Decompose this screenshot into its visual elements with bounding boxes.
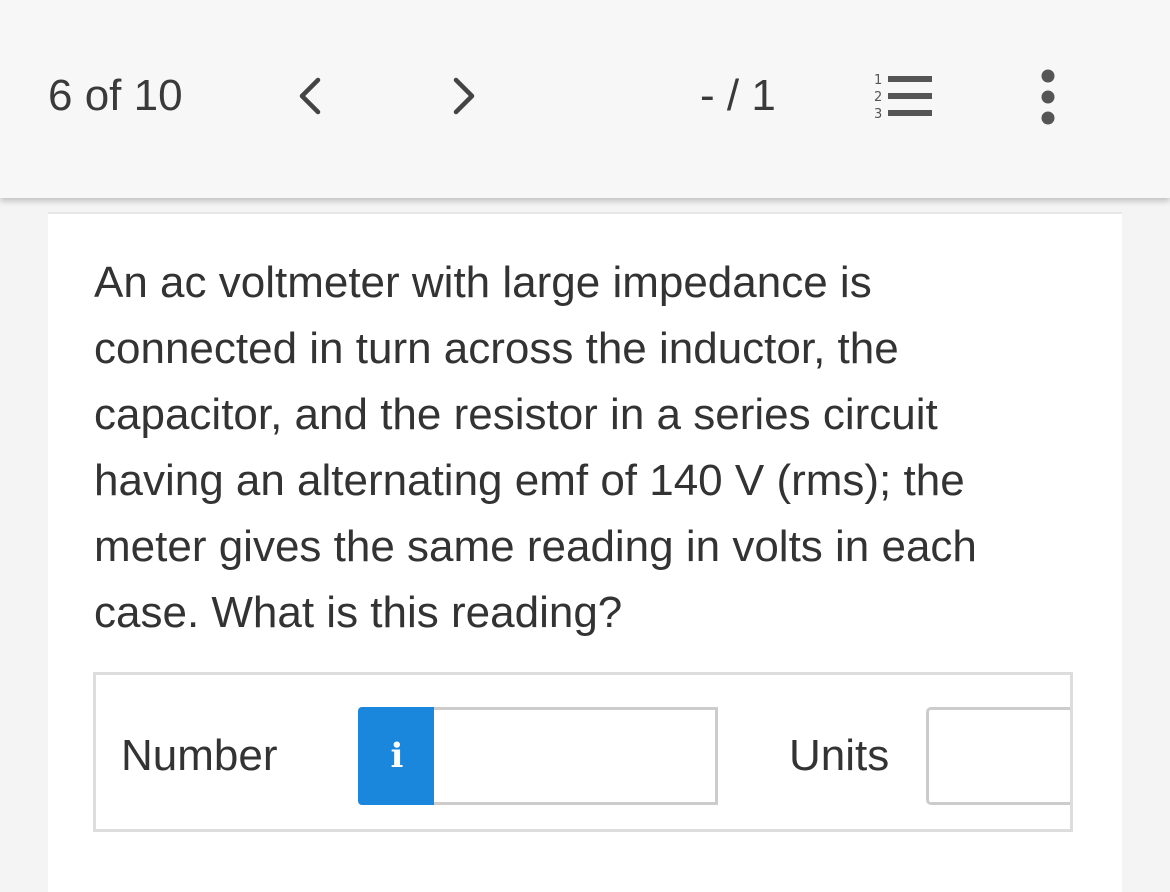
answer-entry-box: Number i Units: [93, 672, 1073, 832]
question-score: - / 1: [700, 71, 776, 120]
svg-text:3: 3: [874, 107, 882, 122]
previous-question-button[interactable]: [288, 74, 332, 118]
number-label: Number: [121, 731, 278, 780]
question-list-button[interactable]: 1 2 3: [872, 70, 936, 122]
info-button[interactable]: i: [358, 707, 436, 805]
chevron-right-icon: [453, 77, 475, 115]
svg-text:2: 2: [874, 90, 882, 105]
units-label: Units: [789, 731, 890, 780]
numbered-list-icon: 1 2 3: [874, 73, 932, 122]
chevron-left-icon: [299, 77, 321, 115]
vertical-ellipsis-icon: [1041, 69, 1055, 125]
svg-text:1: 1: [874, 73, 882, 88]
question-navigation-bar: 6 of 10 - / 1 1 2 3: [0, 0, 1170, 198]
question-card: An ac voltmeter with large impedance is …: [48, 212, 1122, 892]
question-text: An ac voltmeter with large impedance is …: [94, 258, 977, 637]
number-input[interactable]: [434, 707, 718, 805]
next-question-button[interactable]: [442, 74, 486, 118]
question-counter: 6 of 10: [48, 71, 183, 120]
units-input[interactable]: [926, 707, 1070, 805]
more-options-button[interactable]: [1030, 68, 1066, 126]
